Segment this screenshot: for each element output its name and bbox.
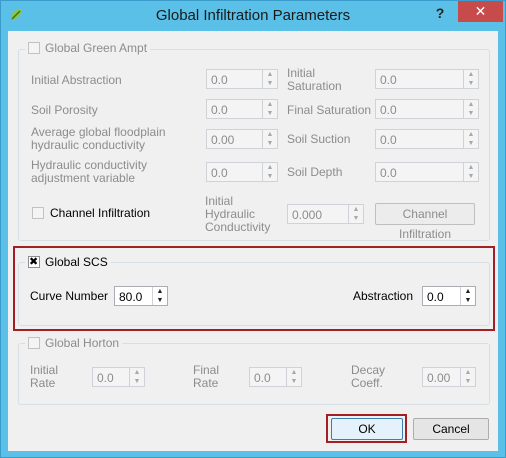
- avg-floodplain-hc-label: Average global floodplain hydraulic cond…: [31, 125, 166, 152]
- dialog-body: Global Green Ampt Initial Abstraction 0.…: [8, 31, 498, 451]
- cancel-button[interactable]: Cancel: [413, 418, 489, 440]
- final-saturation-spinbox[interactable]: 0.0 ▲ ▼: [375, 99, 479, 119]
- spin-down-icon[interactable]: ▼: [263, 79, 277, 88]
- soil-porosity-spinbox[interactable]: 0.0 ▲ ▼: [206, 99, 278, 119]
- spin-down-icon[interactable]: ▼: [263, 109, 277, 118]
- final-rate-label: Final Rate: [193, 363, 220, 390]
- green-ampt-label: Global Green Ampt: [45, 41, 148, 55]
- ok-highlight-frame: [326, 414, 407, 443]
- initial-rate-label: Initial Rate: [30, 363, 59, 390]
- initial-hc-spinbox[interactable]: 0.000 ▲ ▼: [287, 204, 364, 224]
- spin-up-icon[interactable]: ▲: [461, 368, 475, 377]
- spin-down-icon[interactable]: ▼: [464, 172, 478, 181]
- spin-up-icon[interactable]: ▲: [464, 100, 478, 109]
- initial-hc-label: Initial Hydraulic Conductivity: [205, 194, 271, 234]
- hc-adjustment-label: Hydraulic conductivity adjustment variab…: [31, 158, 148, 185]
- spin-up-icon[interactable]: ▲: [287, 368, 301, 377]
- soil-depth-spinbox[interactable]: 0.0 ▲ ▼: [375, 162, 479, 182]
- spin-up-icon[interactable]: ▲: [263, 70, 277, 79]
- spin-up-icon[interactable]: ▲: [263, 100, 277, 109]
- spin-up-icon[interactable]: ▲: [349, 205, 363, 214]
- horton-checkbox[interactable]: [28, 337, 40, 349]
- channel-infiltration-label: Channel Infiltration: [50, 206, 151, 220]
- initial-abstraction-spinbox[interactable]: 0.0 ▲ ▼: [206, 69, 278, 89]
- final-saturation-label: Final Saturation: [287, 103, 372, 117]
- spin-down-icon[interactable]: ▼: [461, 377, 475, 386]
- green-ampt-checkbox[interactable]: [28, 42, 40, 54]
- soil-porosity-label: Soil Porosity: [31, 103, 98, 117]
- soil-suction-label: Soil Suction: [287, 132, 351, 146]
- horton-header: Global Horton: [25, 336, 123, 350]
- green-ampt-header: Global Green Ampt: [25, 41, 151, 55]
- spin-down-icon[interactable]: ▼: [263, 172, 277, 181]
- soil-depth-label: Soil Depth: [287, 165, 343, 179]
- hc-adjustment-spinbox[interactable]: 0.0 ▲ ▼: [206, 162, 278, 182]
- decay-coeff-spinbox[interactable]: 0.00 ▲ ▼: [422, 367, 476, 387]
- scs-highlight-frame: [13, 246, 495, 331]
- spin-up-icon[interactable]: ▲: [464, 70, 478, 79]
- spin-up-icon[interactable]: ▲: [464, 130, 478, 139]
- decay-coeff-label: Decay Coeff.: [351, 363, 386, 390]
- initial-saturation-spinbox[interactable]: 0.0 ▲ ▼: [375, 69, 479, 89]
- horton-label: Global Horton: [45, 336, 120, 350]
- spin-down-icon[interactable]: ▼: [464, 79, 478, 88]
- channel-infiltration-checkbox[interactable]: [32, 207, 44, 219]
- spin-up-icon[interactable]: ▲: [464, 163, 478, 172]
- close-button[interactable]: ✕: [458, 1, 503, 22]
- initial-rate-spinbox[interactable]: 0.0 ▲ ▼: [92, 367, 145, 387]
- spin-down-icon[interactable]: ▼: [349, 214, 363, 223]
- spin-down-icon[interactable]: ▼: [263, 139, 277, 148]
- soil-suction-spinbox[interactable]: 0.0 ▲ ▼: [375, 129, 479, 149]
- spin-down-icon[interactable]: ▼: [464, 109, 478, 118]
- initial-abstraction-label: Initial Abstraction: [31, 73, 122, 87]
- initial-saturation-label: Initial Saturation: [287, 66, 342, 93]
- final-rate-spinbox[interactable]: 0.0 ▲ ▼: [249, 367, 302, 387]
- avg-floodplain-hc-spinbox[interactable]: 0.00 ▲ ▼: [206, 129, 278, 149]
- spin-up-icon[interactable]: ▲: [263, 163, 277, 172]
- title-bar[interactable]: Global Infiltration Parameters ? ✕: [1, 1, 505, 31]
- spin-up-icon[interactable]: ▲: [263, 130, 277, 139]
- dialog-window: Global Infiltration Parameters ? ✕ Globa…: [0, 0, 506, 458]
- channel-infiltration-button[interactable]: Channel Infiltration: [375, 203, 475, 241]
- spin-down-icon[interactable]: ▼: [464, 139, 478, 148]
- spin-down-icon[interactable]: ▼: [287, 377, 301, 386]
- help-button[interactable]: ?: [429, 3, 451, 23]
- spin-up-icon[interactable]: ▲: [130, 368, 144, 377]
- spin-down-icon[interactable]: ▼: [130, 377, 144, 386]
